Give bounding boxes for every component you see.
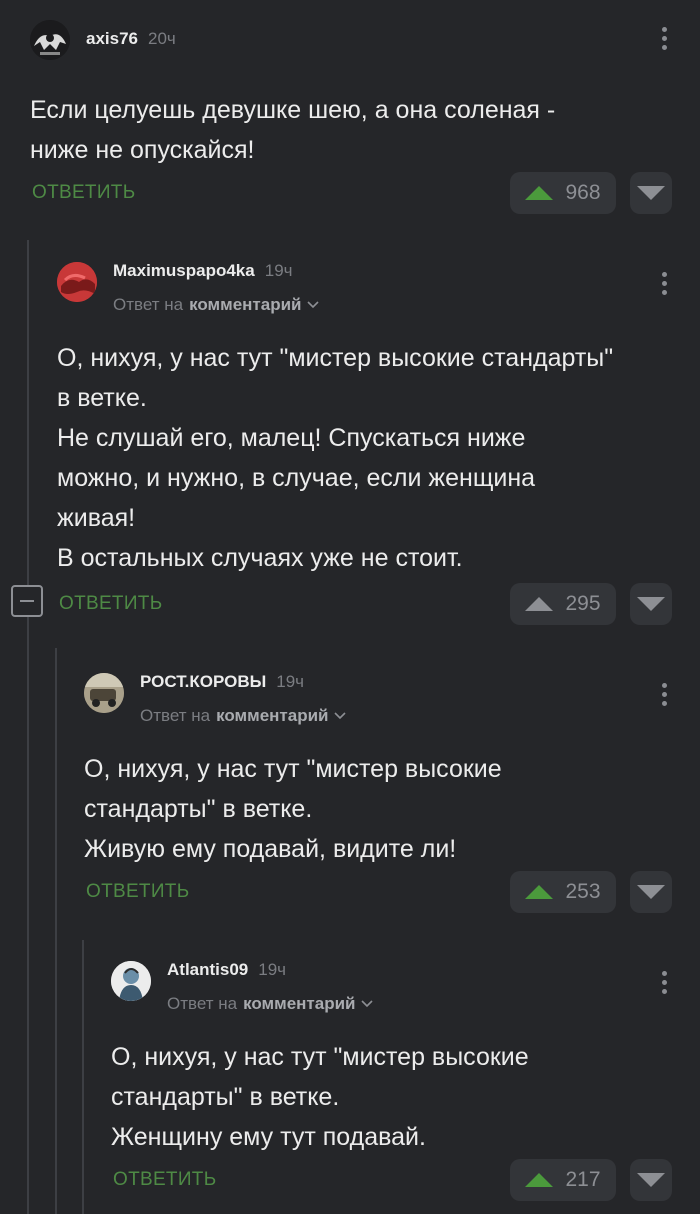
comment: axis76 20ч Если целуешь девушке шею, а о… bbox=[30, 20, 700, 220]
upvote-icon bbox=[525, 597, 554, 611]
username[interactable]: Atlantis09 bbox=[167, 960, 248, 980]
username[interactable]: Maximuspapo4ka bbox=[113, 261, 255, 281]
vote-count: 253 bbox=[565, 880, 601, 903]
vote-count: 217 bbox=[565, 1168, 601, 1191]
more-vertical-icon[interactable] bbox=[660, 683, 668, 711]
vote-count: 295 bbox=[565, 592, 601, 615]
vote-count: 968 bbox=[565, 181, 601, 204]
reply-to-link[interactable]: Ответ на комментарий bbox=[113, 295, 320, 315]
comment-text: О, нихуя, у нас тут "мистер высокие стан… bbox=[84, 755, 502, 863]
reply-button[interactable]: ОТВЕТИТЬ bbox=[113, 1169, 216, 1191]
comment: Atlantis09 19ч Ответ на комментарий О, н… bbox=[111, 960, 700, 1201]
upvote-icon bbox=[525, 186, 554, 200]
upvote-icon bbox=[525, 885, 554, 899]
reply-to-link[interactable]: Ответ на комментарий bbox=[167, 994, 374, 1014]
comment: Maximuspapo4ka 19ч Ответ на комментарий … bbox=[57, 261, 700, 625]
more-vertical-icon[interactable] bbox=[660, 272, 668, 300]
reply-to-link[interactable]: Ответ на комментарий bbox=[140, 706, 347, 726]
comment-header: Maximuspapo4ka 19ч Ответ на комментарий bbox=[57, 261, 320, 315]
downvote-button[interactable] bbox=[630, 583, 672, 625]
reply-button[interactable]: ОТВЕТИТЬ bbox=[32, 182, 135, 204]
thread-line-level1 bbox=[27, 616, 29, 1214]
comment-text: О, нихуя, у нас тут "мистер высокие стан… bbox=[57, 344, 614, 572]
upvote-icon bbox=[525, 1173, 554, 1187]
downvote-icon bbox=[637, 885, 665, 899]
comment-header: Atlantis09 19ч Ответ на комментарий bbox=[111, 960, 374, 1014]
thread-line-level2 bbox=[55, 648, 57, 1214]
downvote-icon bbox=[637, 186, 665, 200]
timestamp: 20ч bbox=[148, 29, 176, 48]
upvote-button[interactable]: 253 bbox=[510, 871, 616, 913]
more-vertical-icon[interactable] bbox=[660, 27, 668, 55]
upvote-button[interactable]: 968 bbox=[510, 172, 616, 214]
thread-line-level3 bbox=[82, 940, 84, 1214]
chevron-down-icon bbox=[361, 1000, 374, 1008]
username[interactable]: axis76 bbox=[86, 29, 138, 49]
timestamp: 19ч bbox=[258, 960, 287, 979]
downvote-button[interactable] bbox=[630, 1159, 672, 1201]
upvote-button[interactable]: 217 bbox=[510, 1159, 616, 1201]
downvote-button[interactable] bbox=[630, 172, 672, 214]
chevron-down-icon bbox=[307, 301, 320, 309]
comment-text: О, нихуя, у нас тут "мистер высокие стан… bbox=[111, 1043, 529, 1151]
avatar[interactable] bbox=[30, 20, 70, 60]
reply-button[interactable]: ОТВЕТИТЬ bbox=[59, 593, 162, 615]
comment-header: РОСТ.КОРОВЫ 19ч Ответ на комментарий bbox=[84, 672, 347, 726]
chevron-down-icon bbox=[334, 712, 347, 720]
downvote-button[interactable] bbox=[630, 871, 672, 913]
avatar[interactable] bbox=[57, 262, 97, 302]
thread-line-level1 bbox=[27, 240, 29, 590]
more-vertical-icon[interactable] bbox=[660, 971, 668, 999]
avatar[interactable] bbox=[84, 673, 124, 713]
reply-button[interactable]: ОТВЕТИТЬ bbox=[86, 881, 189, 903]
avatar[interactable] bbox=[111, 961, 151, 1001]
upvote-button[interactable]: 295 bbox=[510, 583, 616, 625]
timestamp: 19ч bbox=[276, 672, 305, 691]
comment-text: Если целуешь девушке шею, а она соленая … bbox=[30, 96, 556, 164]
collapse-thread-icon[interactable] bbox=[11, 585, 43, 617]
comment: РОСТ.КОРОВЫ 19ч Ответ на комментарий О, … bbox=[84, 672, 700, 913]
downvote-icon bbox=[637, 597, 665, 611]
username[interactable]: РОСТ.КОРОВЫ bbox=[140, 672, 266, 692]
timestamp: 19ч bbox=[264, 261, 293, 280]
comment-header: axis76 20ч bbox=[30, 20, 176, 60]
downvote-icon bbox=[637, 1173, 665, 1187]
